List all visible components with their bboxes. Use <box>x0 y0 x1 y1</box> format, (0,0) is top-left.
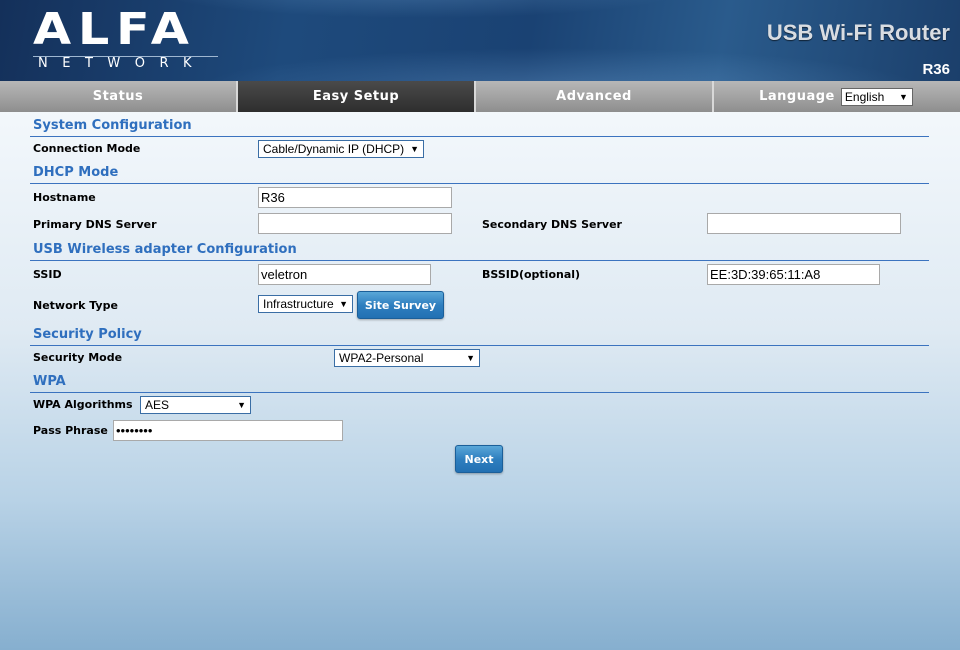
section-security-policy: Security Policy <box>33 327 142 342</box>
tab-advanced[interactable]: Advanced <box>476 81 714 112</box>
language-select[interactable]: English ▼ <box>840 87 913 106</box>
language-area: Language English ▼ <box>714 81 958 112</box>
hostname-label: Hostname <box>33 191 96 204</box>
security-mode-label: Security Mode <box>33 351 123 364</box>
primary-dns-input[interactable] <box>258 213 452 234</box>
tab-status[interactable]: Status <box>0 81 238 112</box>
next-button[interactable]: Next <box>455 445 503 473</box>
security-mode-value: WPA2-Personal <box>339 351 424 365</box>
section-usb-wireless: USB Wireless adapter Configuration <box>33 242 297 257</box>
section-dhcp-mode: DHCP Mode <box>33 165 119 180</box>
primary-dns-label: Primary DNS Server <box>33 218 157 231</box>
wpa-algorithms-value: AES <box>145 398 170 412</box>
section-system-configuration: System Configuration <box>33 118 192 133</box>
pass-phrase-label: Pass Phrase <box>33 424 108 437</box>
brand-logo: ALFA <box>33 4 196 55</box>
connection-mode-label: Connection Mode <box>33 142 141 155</box>
section-divider <box>30 260 929 261</box>
chevron-down-icon: ▼ <box>466 353 475 363</box>
bssid-input[interactable]: EE:3D:39:65:11:A8 <box>707 264 880 285</box>
connection-mode-value: Cable/Dynamic IP (DHCP) <box>263 142 405 156</box>
language-label: Language <box>759 89 835 104</box>
section-divider <box>30 183 929 184</box>
pass-phrase-input[interactable]: •••••••• <box>113 420 343 441</box>
secondary-dns-input[interactable] <box>707 213 901 234</box>
header-banner: ALFA NETWORK USB Wi-Fi Router R36 <box>0 0 960 81</box>
language-value: English <box>844 89 885 104</box>
ssid-input[interactable]: veletron <box>258 264 431 285</box>
product-title: USB Wi-Fi Router <box>766 20 950 45</box>
secondary-dns-label: Secondary DNS Server <box>482 218 622 231</box>
wpa-algorithms-select[interactable]: AES ▼ <box>140 396 251 414</box>
section-wpa: WPA <box>33 374 66 389</box>
network-type-value: Infrastructure <box>263 297 334 311</box>
bssid-label: BSSID(optional) <box>482 268 581 281</box>
section-divider <box>30 136 929 137</box>
hostname-input[interactable]: R36 <box>258 187 452 208</box>
main-nav: Status Easy Setup Advanced Language Engl… <box>0 81 960 112</box>
section-divider <box>30 392 929 393</box>
wpa-algorithms-label: WPA Algorithms <box>33 398 133 411</box>
connection-mode-select[interactable]: Cable/Dynamic IP (DHCP) ▼ <box>258 140 424 158</box>
brand-subtitle: NETWORK <box>38 56 207 71</box>
chevron-down-icon: ▼ <box>339 299 348 309</box>
network-type-label: Network Type <box>33 299 118 312</box>
chevron-down-icon: ▼ <box>898 91 908 102</box>
tab-easy-setup[interactable]: Easy Setup <box>238 81 476 112</box>
ssid-label: SSID <box>33 268 62 281</box>
site-survey-button[interactable]: Site Survey <box>357 291 444 319</box>
section-divider <box>30 345 929 346</box>
chevron-down-icon: ▼ <box>237 400 246 410</box>
security-mode-select[interactable]: WPA2-Personal ▼ <box>334 349 480 367</box>
chevron-down-icon: ▼ <box>410 144 419 154</box>
model-name: R36 <box>922 61 950 78</box>
network-type-select[interactable]: Infrastructure ▼ <box>258 295 353 313</box>
